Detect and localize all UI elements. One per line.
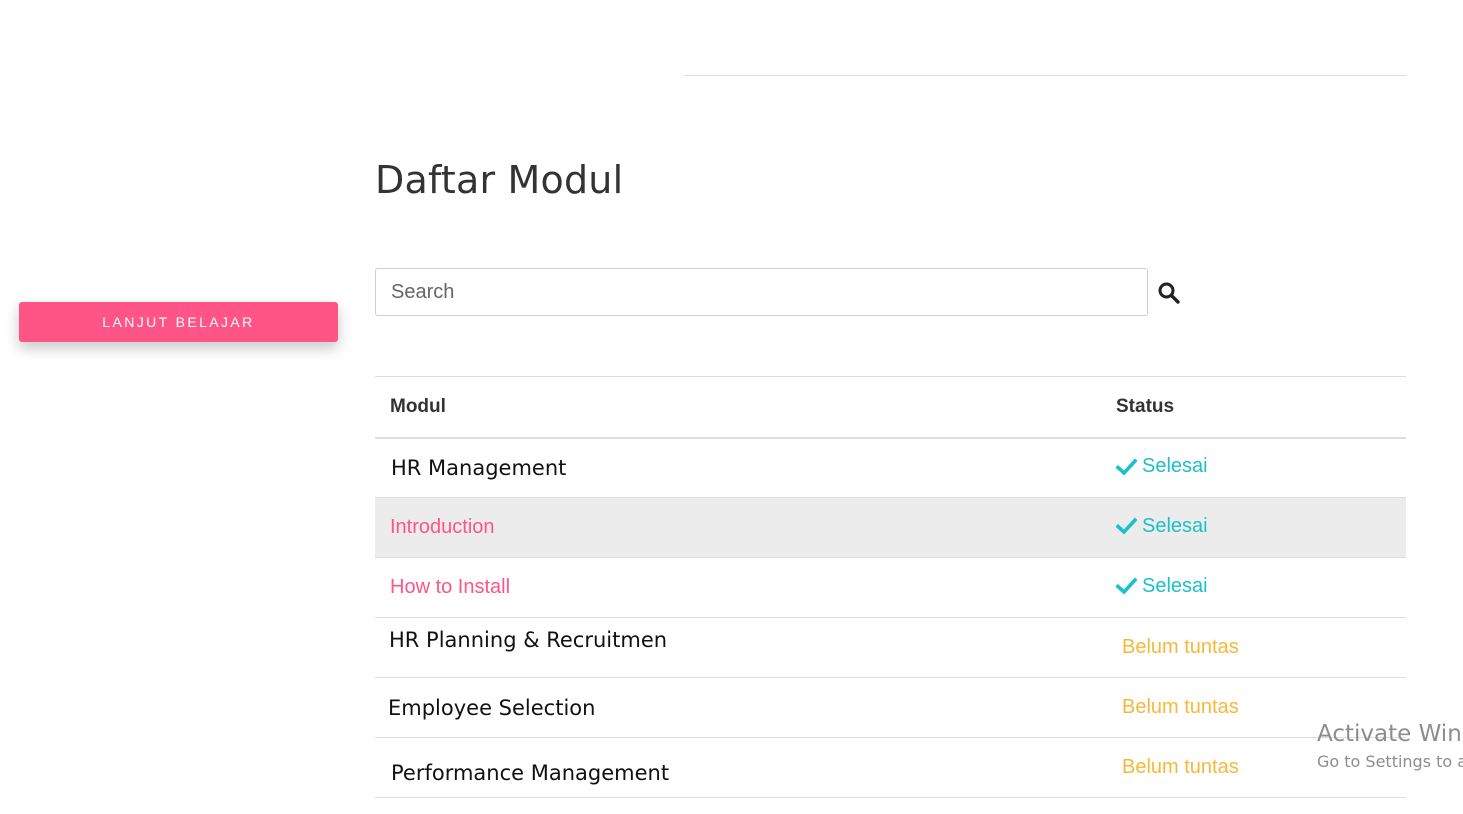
table-row: Employee Selection Belum tuntas: [375, 678, 1406, 738]
module-cell: Introduction: [375, 498, 1116, 558]
watermark-subtitle: Go to Settings to activate Windows.: [1317, 752, 1463, 771]
status-pending: Belum tuntas: [1122, 696, 1239, 718]
module-table: Modul Status HR Management Selesai Intro…: [375, 376, 1406, 798]
status-label: Selesai: [1142, 574, 1208, 597]
table-row: HR Management Selesai: [375, 438, 1406, 498]
table-row: Introduction Selesai: [375, 497, 1406, 558]
status-done: Selesai: [1116, 455, 1208, 478]
module-title: Performance Management: [391, 761, 670, 785]
watermark-title: Activate Windows: [1317, 721, 1463, 747]
status-cell: Belum tuntas: [1116, 618, 1406, 678]
column-header-status: Status: [1116, 395, 1175, 417]
status-label: Selesai: [1142, 455, 1208, 477]
table-row: HR Planning & Recruitmen Belum tuntas: [375, 618, 1406, 678]
status-label: Selesai: [1142, 514, 1208, 537]
module-title: HR Management: [391, 455, 567, 480]
module-title: HR Planning & Recruitmen: [389, 628, 668, 652]
status-done: Selesai: [1116, 515, 1208, 538]
status-cell: Selesai: [1116, 438, 1406, 498]
search-icon[interactable]: [1157, 281, 1181, 305]
table-row: How to Install Selesai: [375, 558, 1406, 618]
module-cell: Employee Selection: [375, 678, 1116, 738]
check-icon: [1116, 577, 1137, 595]
lesson-link[interactable]: Introduction: [390, 516, 495, 538]
module-title: Employee Selection: [388, 695, 596, 720]
search-input[interactable]: [375, 268, 1148, 316]
status-pending: Belum tuntas: [1122, 636, 1239, 658]
module-cell: Performance Management: [375, 738, 1116, 798]
continue-learning-button[interactable]: LANJUT BELAJAR: [19, 302, 338, 342]
module-cell: HR Management: [375, 438, 1116, 498]
column-header-module: Modul: [390, 395, 446, 417]
status-cell: Selesai: [1116, 558, 1406, 618]
page-title: Daftar Modul: [375, 158, 624, 202]
page: LANJUT BELAJAR Daftar Modul Modul Status…: [0, 0, 1463, 814]
status-pending: Belum tuntas: [1122, 756, 1239, 778]
module-cell: How to Install: [375, 558, 1116, 618]
table-row: Performance Management Belum tuntas: [375, 738, 1406, 798]
header-divider: [684, 75, 1406, 76]
status-cell: Selesai: [1116, 498, 1406, 558]
module-cell: HR Planning & Recruitmen: [375, 618, 1116, 678]
check-icon: [1116, 457, 1137, 476]
lesson-link[interactable]: How to Install: [390, 576, 510, 598]
windows-activation-watermark: Activate Windows Go to Settings to activ…: [1317, 718, 1463, 774]
status-done: Selesai: [1116, 575, 1208, 598]
check-icon: [1116, 517, 1137, 535]
table-header-row: Modul Status: [375, 376, 1406, 438]
